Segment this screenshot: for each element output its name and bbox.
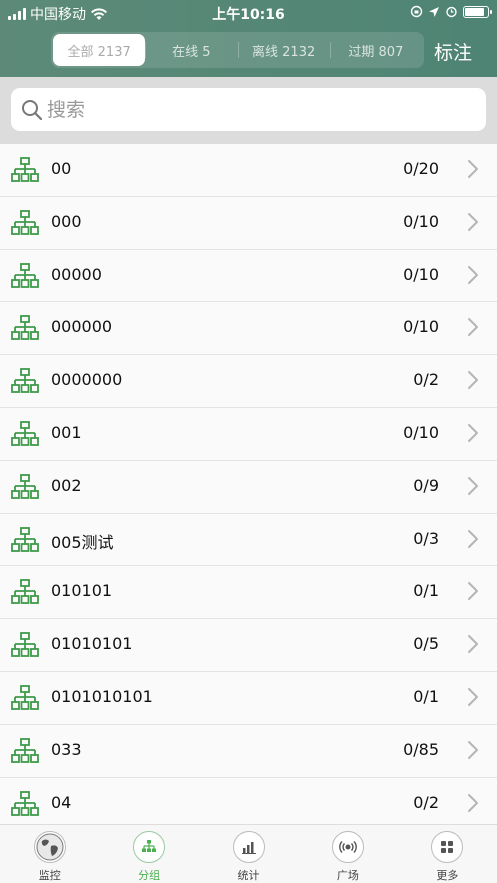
table-row[interactable]: 000 0/10 xyxy=(0,196,497,250)
group-name: 001 xyxy=(51,422,82,442)
tab-stats-label: 统计 xyxy=(237,869,260,882)
group-name: 010101 xyxy=(51,581,113,601)
bar-chart-icon xyxy=(232,831,265,863)
chevron-right-icon xyxy=(467,581,479,601)
broadcast-icon xyxy=(331,831,364,863)
globe-icon xyxy=(33,831,66,863)
tab-group[interactable]: 分组 xyxy=(99,825,198,883)
chevron-right-icon xyxy=(467,370,479,390)
group-online-count: 0/85 xyxy=(403,739,439,759)
group-online-count: 0/5 xyxy=(413,634,439,654)
alarm-icon xyxy=(446,6,457,18)
group-online-count: 0/9 xyxy=(413,475,439,495)
tab-square-label: 广场 xyxy=(336,869,359,882)
status-right xyxy=(410,5,492,18)
tab-more-label: 更多 xyxy=(436,869,459,882)
tab-square[interactable]: 广场 xyxy=(298,825,397,883)
group-tree-icon xyxy=(11,209,39,236)
group-tree-icon xyxy=(11,579,39,605)
group-tree-icon xyxy=(11,526,39,553)
chevron-right-icon xyxy=(467,265,479,285)
table-row[interactable]: 010101 0/1 xyxy=(0,566,497,620)
group-online-count: 0/1 xyxy=(413,581,439,601)
search-box[interactable] xyxy=(11,88,486,131)
group-name: 000000 xyxy=(51,317,113,337)
group-tree-icon xyxy=(11,262,39,289)
tab-more[interactable]: 更多 xyxy=(398,825,497,883)
group-name: 0000000 xyxy=(51,370,123,390)
chevron-right-icon xyxy=(467,793,479,813)
status-filter-segmented-control: 全部 2137 在线 5 离线 2132 过期 807 xyxy=(51,32,424,68)
table-row[interactable]: 005测试 0/3 xyxy=(0,513,497,567)
group-name: 00000 xyxy=(51,264,102,284)
group-name: 01010101 xyxy=(51,634,133,654)
table-row[interactable]: 04 0/2 xyxy=(0,777,497,824)
table-row[interactable]: 01010101 0/5 xyxy=(0,619,497,672)
group-tree-icon xyxy=(133,831,166,863)
group-name: 000 xyxy=(51,211,82,231)
segment-online[interactable]: 在线 5 xyxy=(145,34,237,66)
table-row[interactable]: 00000 0/10 xyxy=(0,249,497,303)
tab-bar: 监控 分组 统计 广场 更多 xyxy=(0,824,497,883)
chevron-right-icon xyxy=(467,423,479,443)
group-online-count: 0/10 xyxy=(403,211,439,231)
group-online-count: 0/10 xyxy=(403,264,439,284)
header: 中国移动 上午10:16 全部 2137 在线 5 离线 2132 过期 807… xyxy=(0,0,497,77)
group-online-count: 0/2 xyxy=(413,792,439,812)
group-tree-icon xyxy=(11,315,39,341)
group-online-count: 0/3 xyxy=(413,528,439,548)
search-input[interactable] xyxy=(47,98,447,121)
group-tree-icon xyxy=(11,473,39,500)
table-row[interactable]: 0101010101 0/1 xyxy=(0,671,497,725)
segment-expired[interactable]: 过期 807 xyxy=(329,34,422,66)
group-online-count: 0/1 xyxy=(413,686,439,706)
chevron-right-icon xyxy=(467,634,479,654)
table-row[interactable]: 001 0/10 xyxy=(0,407,497,461)
chevron-right-icon xyxy=(467,159,479,179)
chevron-right-icon xyxy=(467,529,479,549)
chevron-right-icon xyxy=(467,687,479,707)
tab-stats[interactable]: 统计 xyxy=(199,825,298,883)
group-tree-icon xyxy=(11,685,39,711)
group-tree-icon xyxy=(11,790,39,817)
chevron-right-icon xyxy=(467,317,479,337)
group-tree-icon xyxy=(11,421,39,447)
table-row[interactable]: 000000 0/10 xyxy=(0,302,497,356)
group-online-count: 0/10 xyxy=(403,422,439,442)
mark-button[interactable]: 标注 xyxy=(434,38,472,65)
group-name: 04 xyxy=(51,792,72,812)
group-online-count: 0/2 xyxy=(413,370,439,390)
location-icon xyxy=(429,6,439,17)
table-row[interactable]: 00 0/20 xyxy=(0,144,497,197)
table-row[interactable]: 0000000 0/2 xyxy=(0,355,497,408)
tab-monitor[interactable]: 监控 xyxy=(0,825,99,883)
group-tree-icon xyxy=(11,157,39,183)
segment-all[interactable]: 全部 2137 xyxy=(53,34,146,66)
group-name: 002 xyxy=(51,475,82,495)
search-icon xyxy=(21,99,43,121)
tab-monitor-label: 监控 xyxy=(38,869,61,882)
search-bar-container xyxy=(0,77,497,144)
chevron-right-icon xyxy=(467,740,479,760)
chevron-right-icon xyxy=(467,212,479,232)
group-tree-icon xyxy=(11,632,39,658)
group-tree-icon xyxy=(11,368,39,394)
group-name: 00 xyxy=(51,159,72,178)
grid-icon xyxy=(431,831,464,863)
status-bar: 中国移动 上午10:16 xyxy=(0,0,497,26)
rotation-lock-icon xyxy=(410,5,423,18)
chevron-right-icon xyxy=(467,476,479,496)
battery-icon xyxy=(463,5,492,18)
group-online-count: 0/20 xyxy=(403,159,439,178)
group-name: 033 xyxy=(51,739,82,759)
group-list: 00 0/20 000 0/10 00000 0/10 000000 0/10 0000000 0… xyxy=(0,144,497,824)
table-row[interactable]: 002 0/9 xyxy=(0,460,497,514)
group-name: 0101010101 xyxy=(51,686,153,706)
group-tree-icon xyxy=(11,737,39,764)
group-online-count: 0/10 xyxy=(403,317,439,337)
tab-group-label: 分组 xyxy=(138,869,161,882)
table-row[interactable]: 033 0/85 xyxy=(0,724,497,778)
segment-offline[interactable]: 离线 2132 xyxy=(237,34,330,66)
group-name: 005测试 xyxy=(51,532,114,552)
